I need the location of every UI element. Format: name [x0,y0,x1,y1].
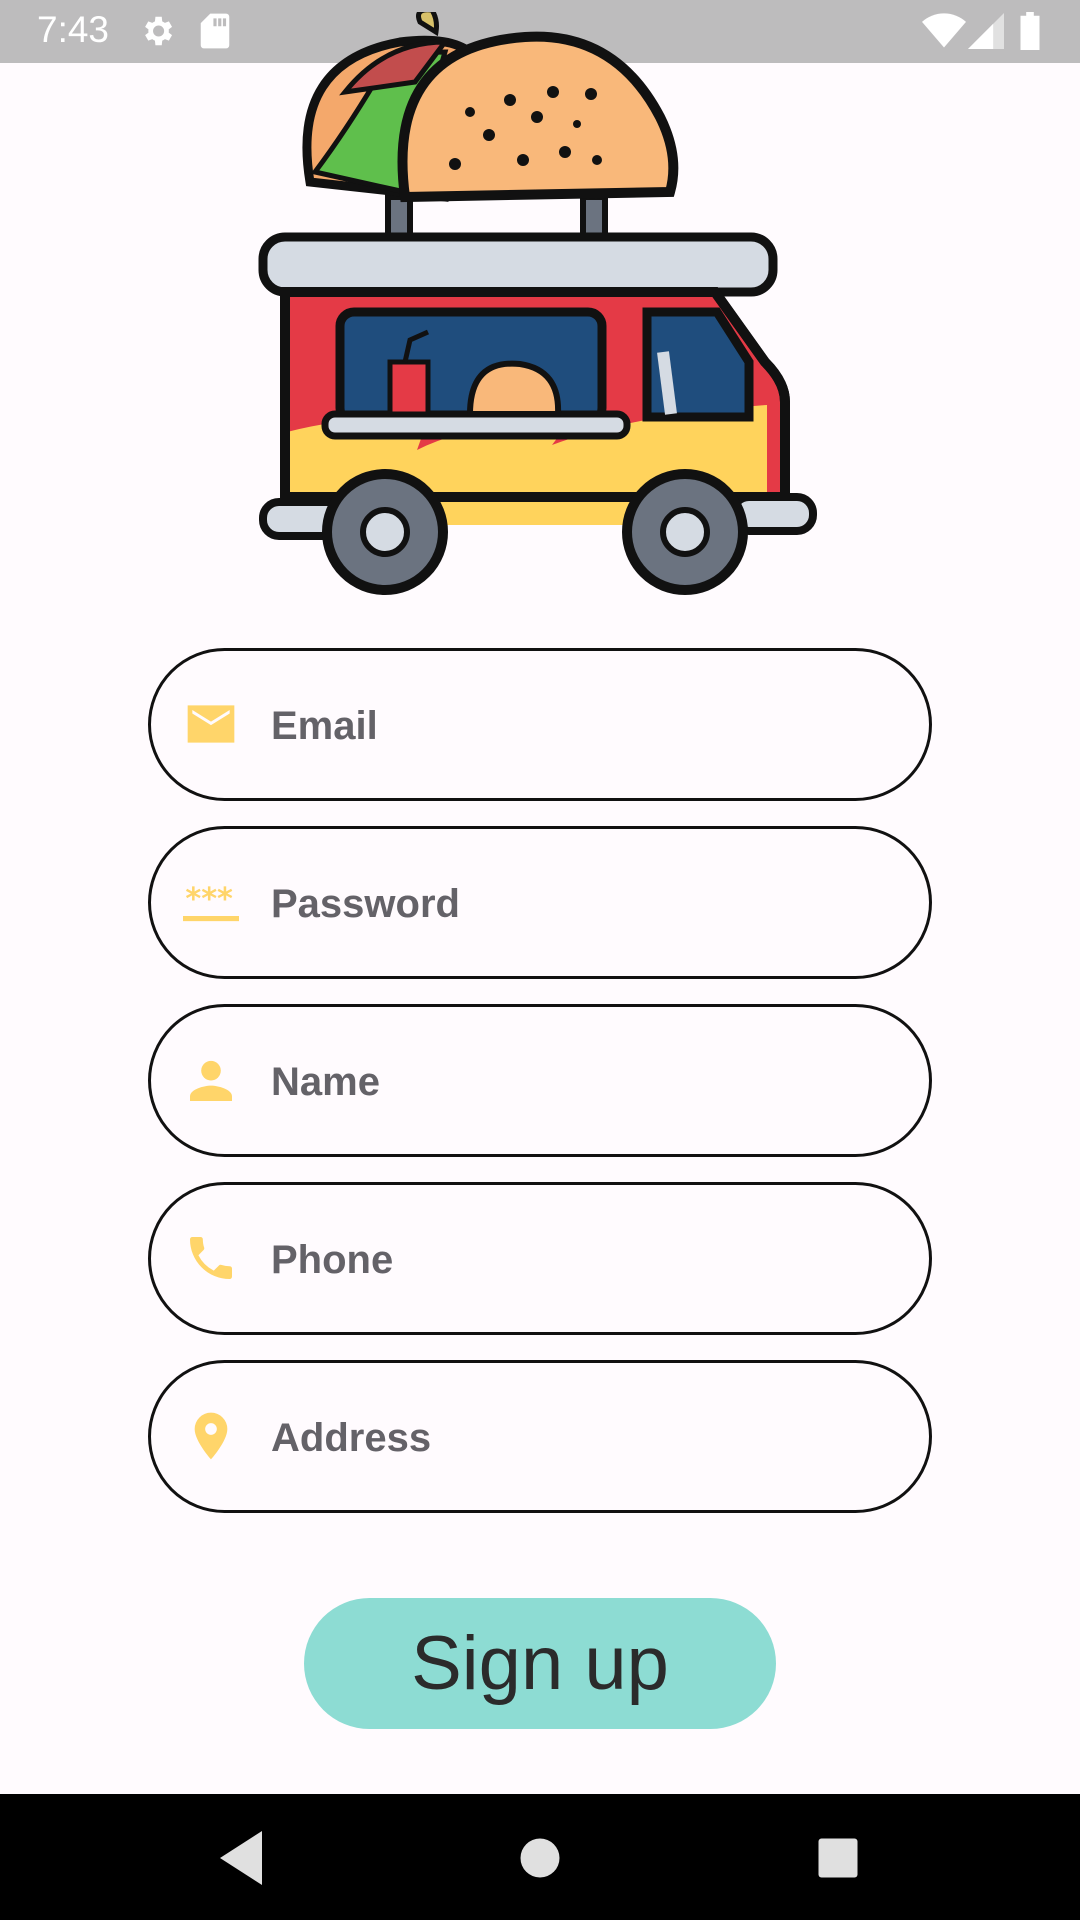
sd-card-icon [200,13,230,49]
phone-input[interactable] [271,1220,891,1300]
home-icon[interactable] [504,1822,576,1894]
svg-text:***: *** [185,882,233,917]
location-pin-icon [194,1412,228,1460]
navigation-bar [0,1794,1080,1920]
password-input[interactable] [271,864,891,944]
phone-icon [190,1237,232,1279]
taco-food-truck-logo [258,12,817,595]
wifi-icon [922,13,966,48]
password-icon: *** [183,882,239,922]
phone-field[interactable] [148,1182,932,1335]
recents-icon[interactable] [802,1822,874,1894]
address-field[interactable] [148,1360,932,1513]
signup-button[interactable]: Sign up [304,1598,776,1729]
password-field[interactable]: *** [148,826,932,979]
settings-icon [145,16,173,46]
person-icon [190,1060,232,1101]
back-icon[interactable] [205,1822,277,1894]
email-input[interactable] [271,686,891,766]
signal-icon [968,13,1004,49]
name-input[interactable] [271,1042,891,1122]
name-field[interactable] [148,1004,932,1157]
mail-icon [187,705,235,743]
address-input[interactable] [271,1398,891,1478]
email-field[interactable] [148,648,932,801]
status-time: 7:43 [37,9,110,50]
battery-icon [1020,12,1040,50]
